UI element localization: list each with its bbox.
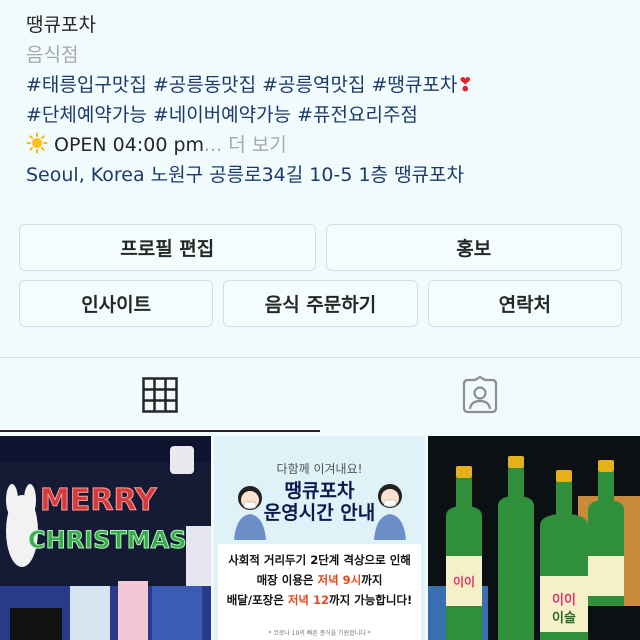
profile-bio: 땡큐포차 음식점 #태릉입구맛집 #공릉동맛집 #공릉역맛집 #땡큐포차❣ #단체예약… bbox=[26, 10, 630, 190]
notice-text: 매장 이용은 bbox=[256, 573, 318, 587]
soju-bottles-photo: 이이 이이 이슬 bbox=[428, 436, 640, 640]
profile-tabs bbox=[0, 358, 640, 432]
promote-button[interactable]: 홍보 bbox=[325, 224, 622, 271]
open-time: OPEN 04:00 pm bbox=[54, 134, 205, 156]
sun-icon bbox=[26, 132, 48, 154]
grid-icon bbox=[142, 377, 178, 413]
notice-highlight: 저녁 12 bbox=[287, 593, 329, 607]
notice-body: 사회적 거리두기 2단계 격상으로 인해 매장 이용은 저녁 9시까지 배달/포… bbox=[218, 544, 421, 640]
more-link[interactable]: ... 더 보기 bbox=[204, 134, 287, 156]
action-row-1: 프로필 편집 홍보 bbox=[19, 224, 622, 271]
post-thumbnail[interactable]: MERRY CHRISTMAS bbox=[0, 436, 211, 640]
location-link[interactable]: Seoul, Korea 노원구 공릉로34길 10-5 1층 땡큐포차 bbox=[26, 160, 630, 190]
hashtags-line-1: #태릉입구맛집 #공릉동맛집 #공릉역맛집 #땡큐포차❣ bbox=[26, 70, 630, 100]
notice-title-1: 땡큐포차 bbox=[284, 480, 355, 502]
heart-icon: ❣ bbox=[457, 74, 474, 96]
notice-line-2: 매장 이용은 저녁 9시까지 bbox=[218, 572, 421, 588]
edit-profile-button[interactable]: 프로필 편집 bbox=[19, 224, 316, 271]
hashtag-link[interactable]: #공릉역맛집 bbox=[262, 74, 365, 96]
insights-button[interactable]: 인사이트 bbox=[19, 280, 214, 327]
notice-text: 배달/포장은 bbox=[226, 593, 288, 607]
hashtag-link[interactable]: #땡큐포차 bbox=[371, 74, 457, 96]
notice-line-3: 배달/포장은 저녁 12까지 가능합니다! bbox=[218, 592, 421, 608]
tab-grid[interactable] bbox=[0, 358, 320, 432]
notice-text: 까지 bbox=[361, 573, 383, 587]
contact-button[interactable]: 연락처 bbox=[427, 280, 622, 327]
tab-tagged[interactable] bbox=[320, 358, 640, 432]
notice-title-2: 운영시간 안내 bbox=[263, 502, 376, 524]
notice-text: 까지 가능합니다! bbox=[328, 593, 413, 607]
action-row-2: 인사이트 음식 주문하기 연락처 bbox=[19, 280, 622, 327]
hashtag-link[interactable]: #네이버예약가능 bbox=[153, 104, 291, 126]
profile-category: 음식점 bbox=[26, 44, 79, 66]
christmas-pub-photo: MERRY CHRISTMAS bbox=[0, 436, 211, 640]
post-grid: MERRY CHRISTMAS 다함께 이겨내요! 땡큐포차 운영시간 안내 사… bbox=[0, 436, 640, 640]
hashtag-link[interactable]: #퓨전요리주점 bbox=[297, 104, 418, 126]
notice-line-1: 사회적 거리두기 2단계 격상으로 인해 bbox=[228, 553, 411, 567]
hashtag-link[interactable]: #단체예약가능 bbox=[26, 104, 147, 126]
hashtag-link[interactable]: #공릉동맛집 bbox=[153, 74, 256, 96]
notice-footer: * 코로나 19의 빠른 종식을 기원합니다 * bbox=[268, 630, 371, 637]
bottle-label: 이이 bbox=[552, 592, 576, 608]
order-food-button[interactable]: 음식 주문하기 bbox=[223, 280, 418, 327]
hashtags-line-2: #단체예약가능 #네이버예약가능 #퓨전요리주점 bbox=[26, 100, 630, 130]
notice-highlight: 저녁 9시 bbox=[317, 573, 362, 587]
hashtag-link[interactable]: #태릉입구맛집 bbox=[26, 74, 147, 96]
post-thumbnail[interactable]: 이이 이이 이슬 bbox=[428, 436, 640, 640]
profile-name: 땡큐포차 bbox=[26, 14, 96, 36]
merry-sign: MERRY bbox=[40, 483, 158, 518]
post-thumbnail[interactable]: 다함께 이겨내요! 땡큐포차 운영시간 안내 사회적 거리두기 2단계 격상으로… bbox=[214, 436, 425, 640]
christmas-sign: CHRISTMAS bbox=[28, 526, 187, 554]
opening-hours: OPEN 04:00 pm... 더 보기 bbox=[26, 130, 630, 160]
tagged-person-icon bbox=[462, 376, 498, 414]
bottle-label: 이이 bbox=[453, 574, 475, 589]
bottle-label: 이슬 bbox=[552, 610, 576, 626]
